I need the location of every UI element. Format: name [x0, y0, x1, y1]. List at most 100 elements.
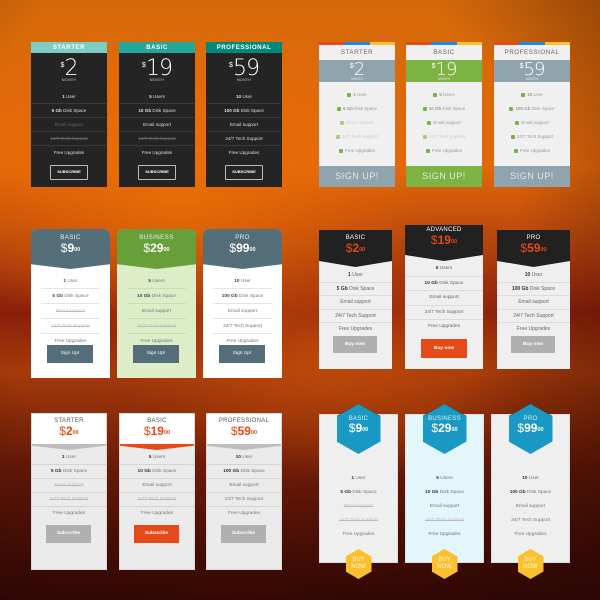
- plan-price: $5900: [230, 424, 258, 438]
- envelope-icon: [515, 121, 520, 125]
- subscribe-button[interactable]: Subscribe: [221, 525, 266, 543]
- sign-up-button[interactable]: SIGN UP!: [406, 166, 482, 187]
- feature-item: 5 Users: [406, 88, 482, 102]
- currency-symbol: $: [142, 62, 146, 69]
- plan-name: STARTER: [340, 49, 374, 56]
- card-header: BUSINESS $2900: [117, 229, 196, 263]
- plan-price: $900: [348, 421, 369, 435]
- envelope-icon: [427, 121, 432, 125]
- feature-list: 10 User 100 Gb Disk Space Email support …: [492, 472, 569, 542]
- feature-list: 10 User 100 Gb Disk Space Email support …: [494, 82, 570, 158]
- feature-list: 1 User 5 Gb Disk Space Email support 24/…: [319, 261, 392, 337]
- headset-icon: [422, 135, 427, 139]
- feature-item: 10 User: [497, 269, 570, 283]
- pricing-card-starter: STARTER $200 1 User 5 Gb Disk Space Emai…: [31, 413, 107, 570]
- plan-price: $2900: [431, 421, 458, 435]
- feature-item: 5 Gb Disk Space: [41, 289, 100, 304]
- buy-now-button[interactable]: Buy now: [333, 336, 377, 353]
- buy-now-button[interactable]: Buy now: [421, 339, 467, 358]
- feature-item: 5 Gb Disk Space: [32, 104, 106, 118]
- price-period: MONTH: [149, 78, 165, 82]
- plan-price: $200: [345, 241, 366, 255]
- feature-item-disabled: 24/7 Tech Support: [41, 319, 100, 334]
- sign-up-button[interactable]: Sign Up!: [47, 345, 93, 363]
- feature-item: Email support: [120, 479, 194, 493]
- subscribe-button[interactable]: SUBSCRIBE: [50, 165, 88, 180]
- feature-item-disabled: Email support: [319, 116, 395, 130]
- feature-item: Email support: [515, 504, 546, 509]
- card-header: PROFESSIONAL $5900: [207, 414, 281, 444]
- feature-item: Free Upgrades: [141, 511, 173, 516]
- subscribe-button[interactable]: Subscribe: [46, 525, 91, 543]
- buy-now-button[interactable]: Buy now: [511, 336, 555, 353]
- feature-item: 24/7 Tech Support: [511, 518, 550, 523]
- feature-item: 1 User: [319, 88, 395, 102]
- plan-price: $2900: [143, 241, 170, 255]
- buy-now-button[interactable]: BUY NOW: [431, 549, 458, 579]
- feature-item: 1 User: [351, 476, 366, 481]
- feature-item: 10 User: [522, 476, 539, 481]
- feature-item: 24/7 Tech Support: [494, 130, 570, 144]
- sign-up-button[interactable]: Sign Up!: [133, 345, 179, 363]
- card-header: BASIC $200: [319, 230, 392, 261]
- plan-price: $900: [60, 241, 81, 255]
- cloud-icon: [422, 107, 427, 111]
- feature-item: 10 User: [494, 88, 570, 102]
- cloud-icon: [336, 107, 341, 111]
- feature-item: 5 Users: [436, 476, 453, 481]
- plan-name: PRO: [235, 234, 250, 241]
- feature-item-disabled: 24/7 Tech Support: [120, 493, 194, 507]
- feature-item: 5 Gb Disk Space: [319, 102, 395, 116]
- subscribe-button[interactable]: SUBSCRIBE: [225, 165, 263, 180]
- pricing-card-professional: PROFESSIONAL $5900 10 User 100 Gb Disk S…: [206, 413, 282, 570]
- buy-now-button[interactable]: BUY NOW: [345, 549, 372, 579]
- price-period: MONTH: [236, 78, 252, 82]
- price-period: MONTH: [61, 78, 77, 82]
- currency-symbol: $: [431, 63, 436, 70]
- feature-item-disabled: 24/7 Tech Support: [120, 132, 194, 146]
- feature-item: Email support: [405, 291, 483, 306]
- feature-item-disabled: 24/7 Tech Support: [319, 130, 395, 144]
- plan-price: $59 MONTH: [494, 60, 570, 82]
- pricing-card-pro: PRO $5900 10 User 100 Gb Disk Space Emai…: [497, 230, 570, 369]
- feature-list: 1 User 5 Gb Disk Space Email support 24/…: [31, 263, 110, 349]
- feature-item: Free Upgrades: [514, 532, 547, 537]
- feature-item-disabled: Email support: [32, 479, 106, 493]
- sign-up-button[interactable]: Sign Up!: [219, 345, 265, 363]
- feature-list: 5 Users 10 Gb Disk Space Email support 2…: [406, 82, 482, 158]
- feature-item: Free Upgrades: [53, 511, 85, 516]
- buy-now-button[interactable]: BUY NOW: [517, 549, 544, 579]
- gift-icon: [513, 149, 518, 153]
- feature-item: 24/7 Tech Support: [319, 310, 392, 323]
- user-icon: [347, 93, 352, 97]
- pricing-card-starter: STARTER $2 MONTH 1 User 5 Gb Disk Space …: [319, 42, 395, 187]
- feature-list: 10 User 100 Gb Disk Space Email support …: [207, 444, 281, 521]
- pricing-card-starter: STARTER $2 MONTH 1 User 5 Gb Disk Space …: [31, 42, 107, 187]
- feature-item-disabled: 24/7 Tech Support: [32, 132, 106, 146]
- feature-item: Email support: [406, 116, 482, 130]
- feature-item: 10 Gb Disk Space: [405, 277, 483, 291]
- plan-price: $9900: [229, 241, 256, 255]
- feature-item: 5 Gb Disk Space: [32, 465, 106, 479]
- plan-price: $2 MONTH: [31, 53, 107, 90]
- feature-item-disabled: 24/7 Tech Support: [339, 518, 378, 523]
- sign-up-button[interactable]: SIGN UP!: [494, 166, 570, 187]
- plan-name: BASIC: [119, 42, 195, 53]
- subscribe-button[interactable]: Subscribe: [134, 525, 179, 543]
- plan-price: $200: [59, 424, 79, 438]
- plan-name: PROFESSIONAL: [504, 49, 560, 56]
- sign-up-button[interactable]: SIGN UP!: [319, 166, 395, 187]
- feature-item: 100 Gb Disk Space: [207, 465, 281, 479]
- feature-item: Email support: [429, 504, 460, 509]
- feature-item: Email support: [120, 118, 194, 132]
- feature-item: 100 Gb Disk Space: [494, 102, 570, 116]
- price-period: MONTH: [525, 77, 539, 81]
- feature-list: 5 Users 10 Gb Disk Space Email support 2…: [405, 255, 483, 335]
- plan-name: BASIC: [433, 49, 455, 56]
- plan-name: PROFESSIONAL: [206, 42, 282, 53]
- feature-item: 100 Gb Disk Space: [509, 490, 552, 495]
- feature-item: 1 User: [32, 90, 106, 104]
- subscribe-button[interactable]: SUBSCRIBE: [138, 165, 176, 180]
- feature-item: 10 Gb Disk Space: [425, 490, 464, 495]
- price-period: MONTH: [350, 77, 364, 81]
